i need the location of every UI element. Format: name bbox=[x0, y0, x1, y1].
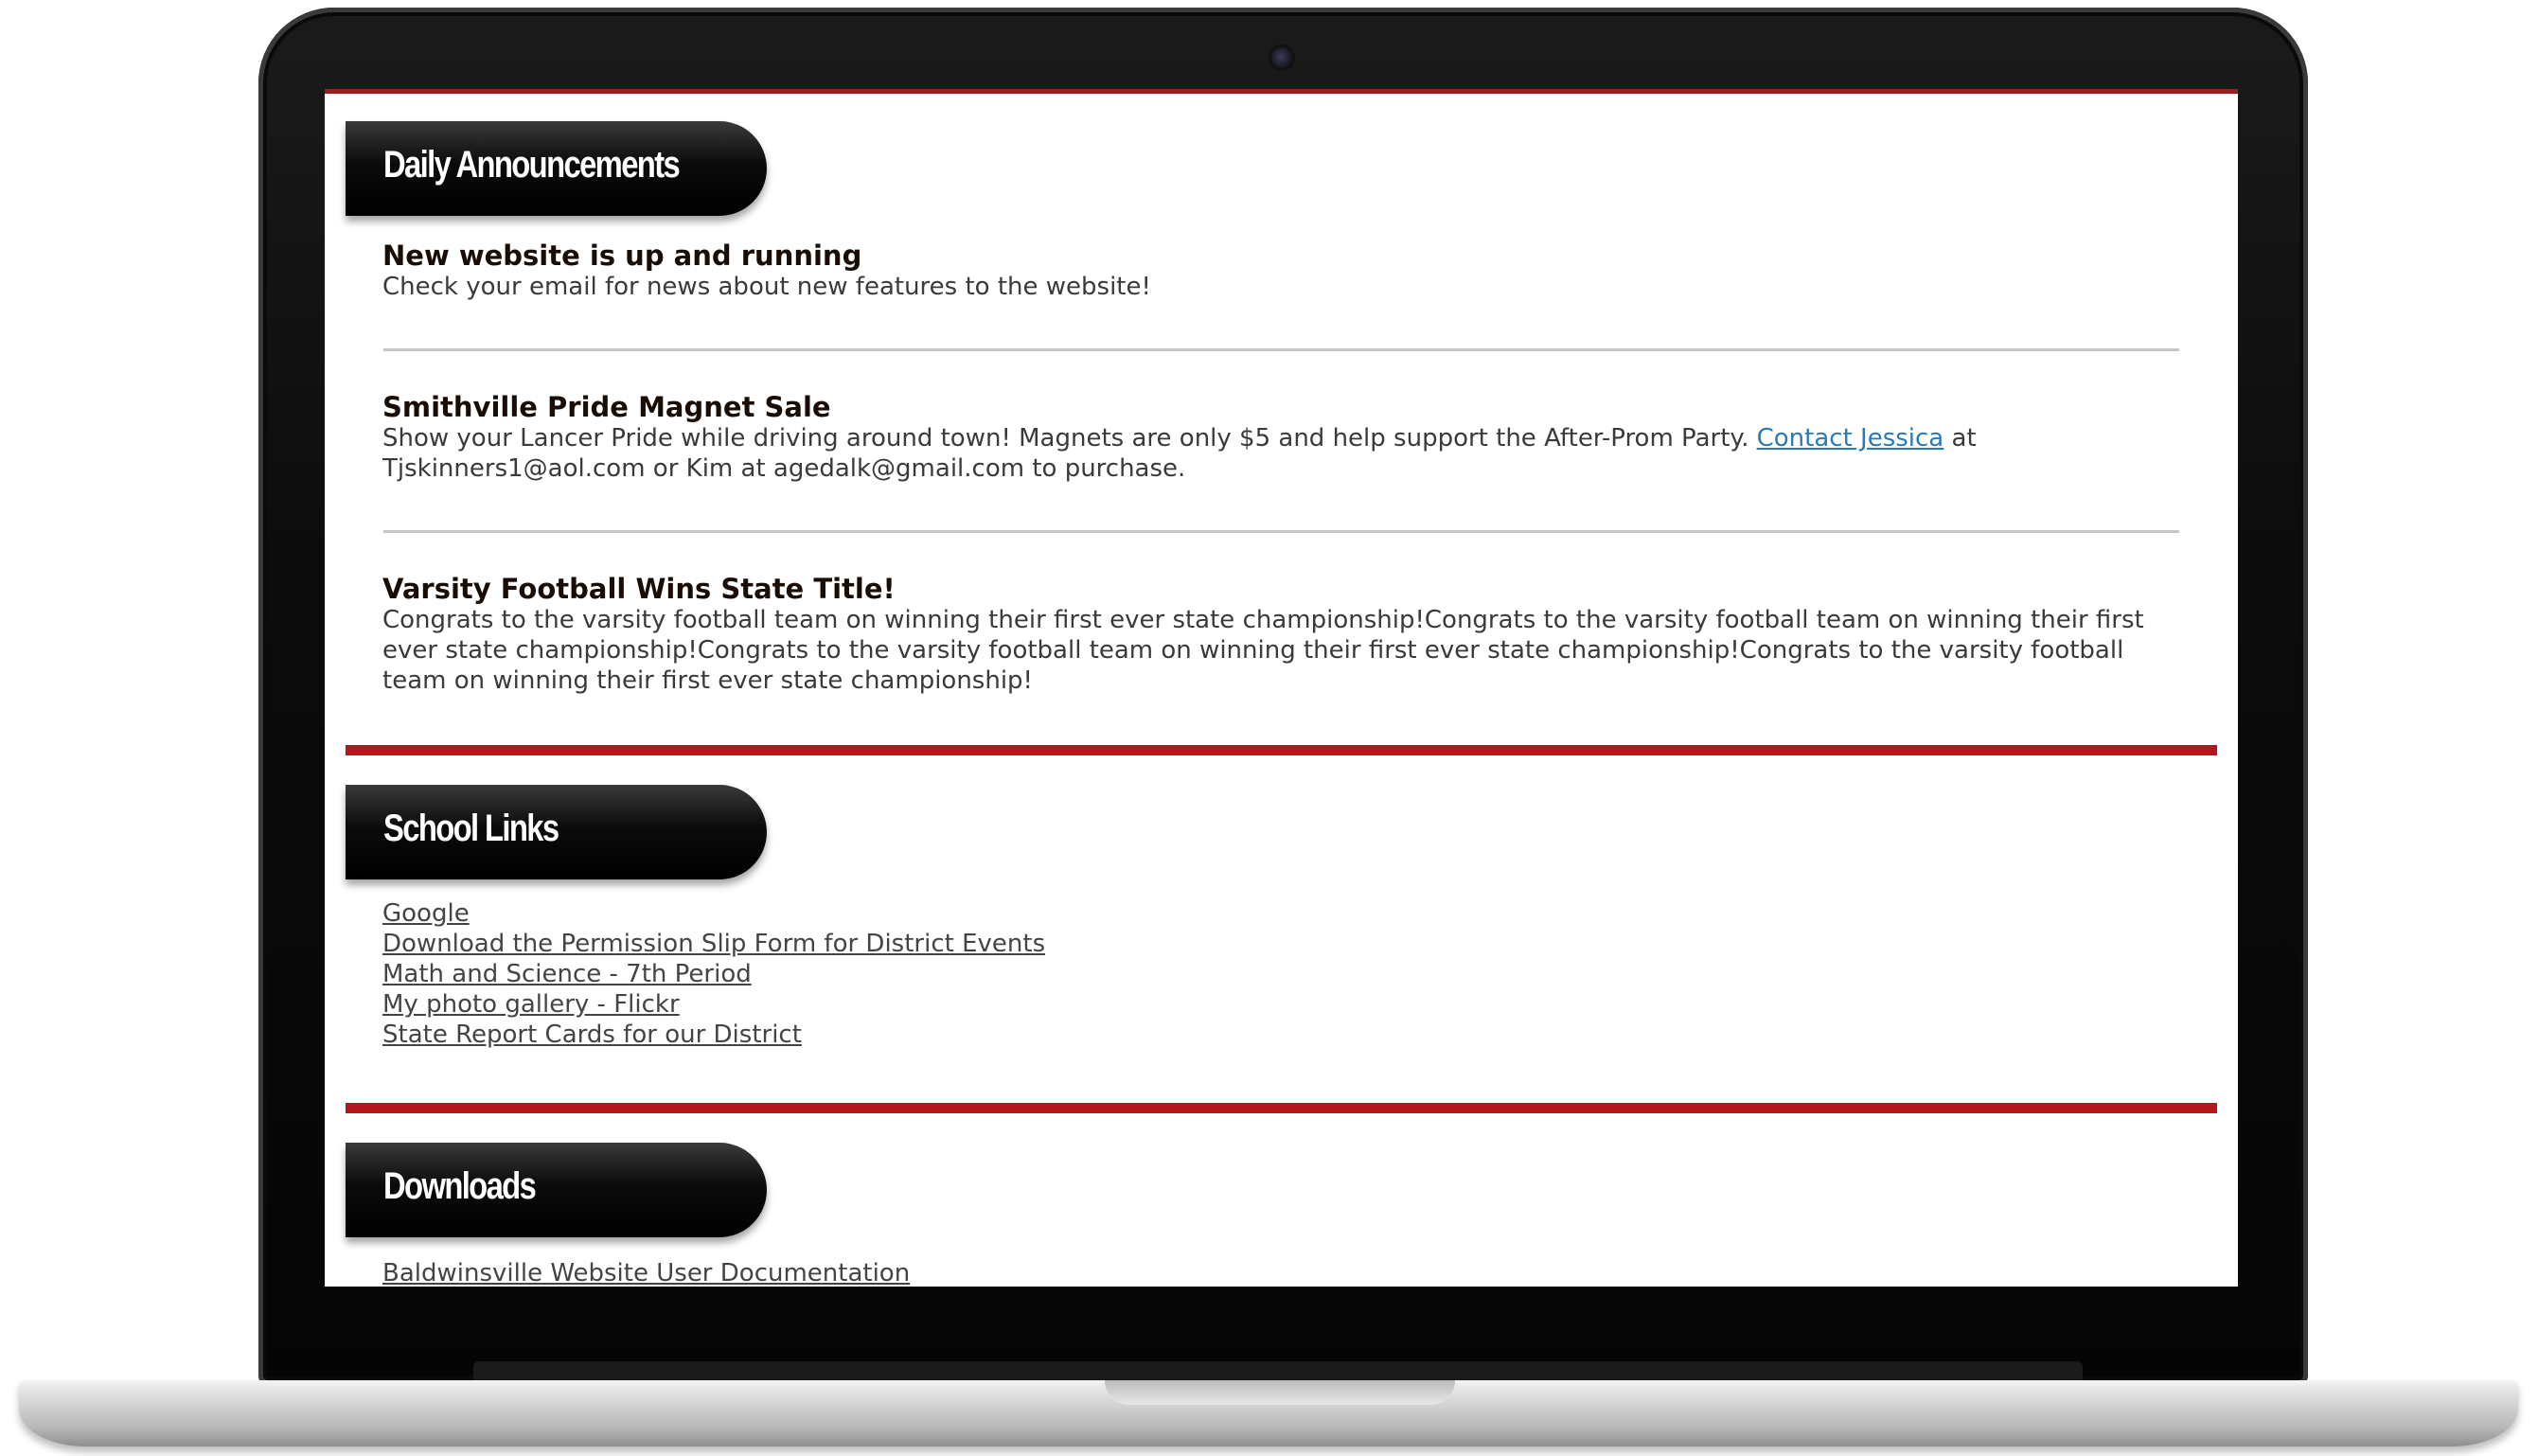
laptop-mockup: Daily Announcements New website is up an… bbox=[0, 0, 2538, 1456]
section-title: School Links bbox=[383, 808, 559, 849]
section-divider bbox=[346, 745, 2217, 755]
announcement-body: Show your Lancer Pride while driving aro… bbox=[382, 423, 2181, 484]
divider bbox=[383, 530, 2179, 533]
announcement-body-text: Show your Lancer Pride while driving aro… bbox=[382, 424, 1757, 453]
laptop-screen[interactable]: Daily Announcements New website is up an… bbox=[325, 89, 2238, 1287]
school-links-list: Google Download the Permission Slip Form… bbox=[382, 898, 1045, 1050]
school-link-photo-gallery[interactable]: My photo gallery - Flickr bbox=[382, 989, 1045, 1020]
page-content: Daily Announcements New website is up an… bbox=[325, 94, 2238, 1287]
announcement-item: Varsity Football Wins State Title! Congr… bbox=[382, 573, 2181, 696]
section-title: Daily Announcements bbox=[383, 144, 681, 186]
bezel-bottom-strip bbox=[473, 1361, 2083, 1380]
divider bbox=[383, 348, 2179, 351]
announcement-item: Smithville Pride Magnet Sale Show your L… bbox=[382, 391, 2181, 484]
download-link-user-documentation[interactable]: Baldwinsville Website User Documentation bbox=[382, 1258, 910, 1287]
school-link-google[interactable]: Google bbox=[382, 898, 1045, 929]
announcement-body: Congrats to the varsity football team on… bbox=[382, 606, 2144, 695]
school-link-permission-slip[interactable]: Download the Permission Slip Form for Di… bbox=[382, 929, 1045, 959]
section-header-downloads: Downloads bbox=[346, 1143, 767, 1237]
announcement-item: New website is up and running Check your… bbox=[382, 240, 2181, 302]
school-link-math-science[interactable]: Math and Science - 7th Period bbox=[382, 959, 1045, 989]
webcam-icon bbox=[1271, 47, 1292, 68]
section-divider bbox=[346, 1103, 2217, 1113]
section-header-school-links: School Links bbox=[346, 785, 767, 879]
announcement-title: New website is up and running bbox=[382, 240, 862, 272]
downloads-list: Baldwinsville Website User Documentation bbox=[382, 1258, 910, 1287]
section-header-announcements: Daily Announcements bbox=[346, 121, 767, 216]
section-title: Downloads bbox=[383, 1165, 537, 1207]
contact-jessica-link[interactable]: Contact Jessica bbox=[1757, 424, 1944, 453]
school-link-report-cards[interactable]: State Report Cards for our District bbox=[382, 1020, 1045, 1050]
laptop-notch bbox=[1105, 1380, 1455, 1405]
announcement-title: Varsity Football Wins State Title! bbox=[382, 573, 896, 605]
announcement-body: Check your email for news about new feat… bbox=[382, 273, 1151, 301]
announcement-title: Smithville Pride Magnet Sale bbox=[382, 391, 831, 423]
